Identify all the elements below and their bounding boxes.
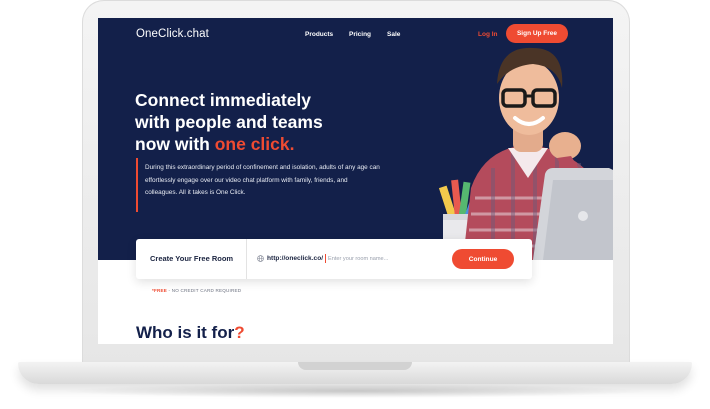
form-divider: [246, 239, 247, 279]
website-screen: OneClick.chat Products Pricing Sale Log …: [98, 18, 613, 344]
create-room-title: Create Your Free Room: [150, 254, 234, 263]
headline-accent: one click.: [214, 134, 295, 154]
headline-line-2: with people and teams: [135, 112, 323, 132]
laptop-prop-icon: [533, 168, 613, 260]
laptop-notch: [298, 362, 412, 370]
no-credit-card-label: - NO CREDIT CARD REQUIRED: [167, 288, 242, 293]
hero-section: OneClick.chat Products Pricing Sale Log …: [98, 18, 613, 260]
laptop-shadow: [60, 384, 650, 398]
hero-headline: Connect immediately with people and team…: [135, 89, 375, 155]
section-title-mark: ?: [234, 323, 245, 342]
globe-icon: [257, 255, 264, 262]
hero-photo-man-with-laptop: [438, 47, 613, 260]
headline-line-1: Connect immediately: [135, 90, 312, 110]
site-logo[interactable]: OneClick.chat: [136, 28, 209, 40]
section-title: Who is it for?: [136, 323, 245, 343]
text-cursor: [325, 254, 326, 263]
free-note: *FREE - NO CREDIT CARD REQUIRED: [152, 288, 241, 293]
room-url-prefix: http://oneclick.co/: [267, 255, 324, 262]
create-room-form: Create Your Free Room http://oneclick.co…: [136, 239, 532, 279]
lead-accent-bar: [136, 158, 138, 212]
continue-button[interactable]: Continue: [452, 249, 514, 269]
nav-products[interactable]: Products: [305, 31, 333, 38]
room-name-input[interactable]: [328, 252, 448, 266]
headline-prefix: now with: [135, 134, 215, 154]
headline-line-3: now with one click.: [135, 133, 375, 155]
section-title-text: Who is it for: [136, 323, 235, 342]
free-label: *FREE: [152, 288, 168, 293]
